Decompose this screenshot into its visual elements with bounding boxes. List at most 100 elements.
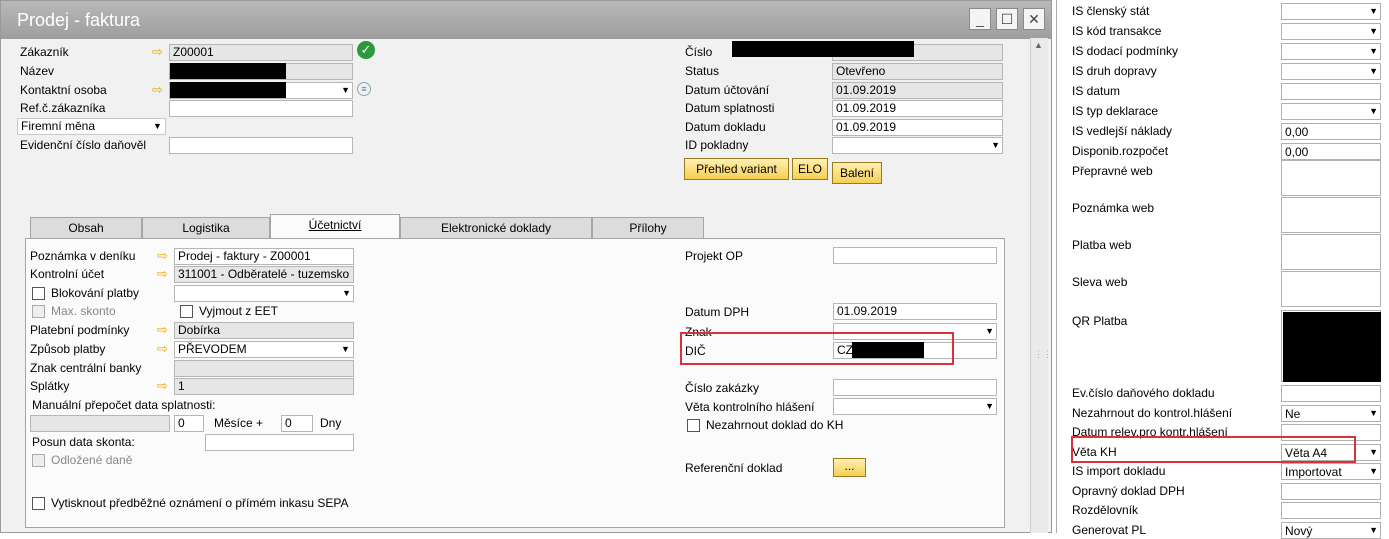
chevron-down-icon: ▼: [1369, 466, 1378, 476]
user-field-value: 0,00: [1285, 125, 1309, 139]
tab-obsah[interactable]: Obsah: [30, 217, 142, 239]
max-discount-label: Max. skonto: [51, 304, 116, 318]
posting-date-label: Datum účtování: [685, 83, 770, 97]
chevron-down-icon: ▼: [1369, 524, 1378, 535]
project-field[interactable]: [833, 247, 997, 264]
posting-date-field[interactable]: 01.09.2019: [832, 82, 1003, 99]
eet-exempt-checkbox[interactable]: [180, 305, 193, 318]
title-bar: Prodej - faktura _ ☐ ✕: [1, 1, 1051, 39]
user-field-select[interactable]: ▼: [1281, 103, 1381, 120]
link-arrow-icon[interactable]: ⇨: [157, 265, 168, 282]
tab-ucetnictvi[interactable]: Účetnictví: [270, 214, 400, 240]
shipping-web-label: Přepravné web: [1072, 164, 1153, 178]
chevron-down-icon: ▼: [1369, 66, 1378, 76]
link-arrow-icon[interactable]: ⇨: [152, 43, 163, 60]
user-field-label: IS druh dopravy: [1072, 64, 1157, 78]
tab-logistika[interactable]: Logistika: [142, 217, 270, 239]
manual-recalc-field[interactable]: [30, 415, 170, 432]
user-field-input[interactable]: 0,00: [1281, 123, 1381, 140]
exclude-kh-checkbox[interactable]: [687, 419, 700, 432]
vat-date-field[interactable]: 01.09.2019: [833, 303, 997, 320]
chevron-down-icon: ▼: [341, 344, 350, 354]
chevron-down-icon: ▼: [1369, 106, 1378, 116]
link-arrow-icon[interactable]: ⇨: [157, 247, 168, 264]
chevron-down-icon: ▼: [1369, 6, 1378, 16]
user-field-input[interactable]: [1281, 482, 1381, 500]
journal-note-field[interactable]: Prodej - faktury - Z00001: [174, 248, 354, 265]
user-field-label: IS členský stát: [1072, 4, 1150, 18]
user-field-select[interactable]: ▼: [1281, 23, 1381, 40]
installments-field[interactable]: 1: [174, 378, 354, 395]
user-field-select[interactable]: ▼: [1281, 63, 1381, 80]
deferred-tax-label: Odložené daně: [51, 453, 133, 467]
user-field-label: Disponib.rozpočet: [1072, 144, 1169, 158]
status-field: Otevřeno: [832, 63, 1003, 80]
doc-date-field[interactable]: 01.09.2019: [832, 119, 1003, 136]
grip-icon[interactable]: ⋮⋮: [1034, 349, 1052, 360]
cash-id-select[interactable]: ▼: [832, 137, 1003, 154]
discount-web-field[interactable]: [1281, 271, 1381, 307]
link-arrow-icon[interactable]: ⇨: [157, 377, 168, 394]
ref-field[interactable]: [169, 100, 353, 117]
packaging-button[interactable]: Balení: [832, 162, 882, 184]
link-arrow-icon[interactable]: ⇨: [157, 340, 168, 357]
payment-block-checkbox[interactable]: [32, 287, 45, 300]
redaction: [170, 82, 286, 98]
maximize-button[interactable]: ☐: [996, 8, 1018, 30]
sepa-checkbox[interactable]: [32, 497, 45, 510]
list-icon[interactable]: ≡: [357, 82, 371, 96]
redaction: [170, 63, 286, 79]
central-bank-label: Znak centrální banky: [30, 361, 142, 375]
scrollbar[interactable]: ▲ ⋮⋮: [1030, 38, 1052, 533]
user-field-select[interactable]: Nový ▼: [1281, 521, 1381, 539]
user-field-select[interactable]: Ne ▼: [1281, 404, 1381, 422]
user-field-select[interactable]: ▼: [1281, 43, 1381, 60]
currency-select[interactable]: Firemní měna: [17, 118, 166, 135]
order-number-label: Číslo zakázky: [685, 381, 760, 395]
minimize-button[interactable]: _: [969, 8, 991, 30]
user-field-select[interactable]: Importovat ▼: [1281, 463, 1381, 480]
user-field-select[interactable]: ▼: [1281, 3, 1381, 20]
tab-elektronicke-doklady[interactable]: Elektronické doklady: [400, 217, 592, 239]
control-account-label: Kontrolní účet: [30, 267, 105, 281]
qr-payment-label: QR Platba: [1072, 314, 1128, 328]
variants-button[interactable]: Přehled variant: [684, 158, 789, 180]
chevron-down-icon: ▼: [1369, 26, 1378, 36]
payment-web-field[interactable]: [1281, 234, 1381, 270]
months-field[interactable]: 0: [174, 415, 204, 432]
customer-field[interactable]: Z00001: [169, 44, 353, 61]
days-field[interactable]: 0: [281, 415, 313, 432]
shipping-web-field[interactable]: [1281, 160, 1381, 196]
link-arrow-icon[interactable]: ⇨: [152, 81, 163, 98]
central-bank-field[interactable]: [174, 360, 354, 377]
link-arrow-icon[interactable]: ⇨: [157, 321, 168, 338]
tax-evid-field[interactable]: [169, 137, 353, 154]
control-report-label: Věta kontrolního hlášení: [685, 400, 815, 414]
payment-block-select[interactable]: ▼: [174, 285, 354, 302]
control-account-field[interactable]: 311001 - Odběratelé - tuzemsko: [174, 266, 354, 283]
chevron-down-icon: ▼: [985, 326, 994, 336]
ref-label: Ref.č.zákazníka: [20, 101, 106, 115]
payment-method-select[interactable]: PŘEVODEM: [174, 341, 354, 358]
user-field-label: Opravný doklad DPH: [1072, 483, 1185, 498]
payment-terms-field[interactable]: Dobírka: [174, 322, 354, 339]
due-date-field[interactable]: 01.09.2019: [832, 100, 1003, 117]
note-web-field[interactable]: [1281, 197, 1381, 233]
due-date-label: Datum splatnosti: [685, 101, 775, 115]
ref-doc-label: Referenční doklad: [685, 461, 783, 475]
redaction: [1283, 312, 1381, 382]
elo-button[interactable]: ELO: [792, 158, 828, 180]
discount-shift-field[interactable]: [205, 434, 354, 451]
user-field-input[interactable]: 0,00: [1281, 143, 1381, 160]
user-field-input[interactable]: [1281, 83, 1381, 100]
tab-prilohy[interactable]: Přílohy: [592, 217, 704, 239]
order-number-field[interactable]: [833, 379, 997, 396]
ref-doc-button[interactable]: ...: [833, 458, 866, 477]
close-button[interactable]: ✕: [1023, 8, 1045, 30]
user-field-input[interactable]: [1281, 502, 1381, 519]
chevron-down-icon: ▼: [342, 288, 351, 298]
user-field-input[interactable]: [1281, 385, 1381, 402]
scroll-up-icon[interactable]: ▲: [1034, 40, 1043, 50]
check-ok-icon: ✓: [357, 41, 375, 59]
control-report-select[interactable]: ▼: [833, 398, 997, 415]
